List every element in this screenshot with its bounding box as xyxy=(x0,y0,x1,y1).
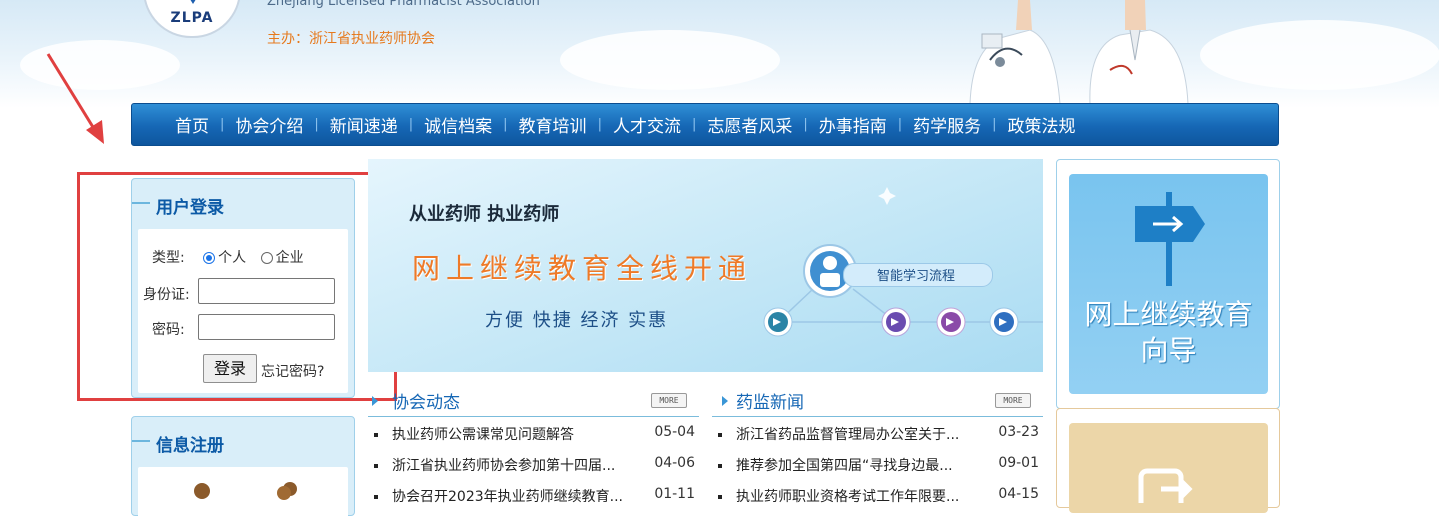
enter-icon xyxy=(1138,468,1193,503)
nav-guide[interactable]: 办事指南 xyxy=(808,112,898,137)
list-item[interactable]: 推荐参加全国第四届“寻找身边最... 09-01 xyxy=(712,455,1043,477)
regulator-news-title[interactable]: 药监新闻 xyxy=(736,388,804,413)
secondary-card[interactable] xyxy=(1056,408,1280,513)
register-title[interactable]: 信息注册 xyxy=(156,431,224,456)
regulator-news-header: 药监新闻 MORE xyxy=(712,385,1043,417)
logo-text: ZLPA xyxy=(170,10,214,26)
association-news-header: 协会动态 MORE xyxy=(368,385,699,417)
edu-guide-line2: 向导 xyxy=(1140,334,1197,367)
english-name: Zhejiang Licensed Pharmacist Association xyxy=(267,0,540,9)
annotation-arrow-icon xyxy=(46,53,104,144)
nav-volunteer[interactable]: 志愿者风采 xyxy=(696,112,803,137)
triangle-bullet-icon xyxy=(372,396,378,406)
edu-guide-tile[interactable]: 网上继续教育 向导 xyxy=(1069,174,1268,394)
nav-pharmacy-service[interactable]: 药学服务 xyxy=(902,112,992,137)
bullet-icon xyxy=(718,433,722,437)
nav-talent[interactable]: 人才交流 xyxy=(602,112,692,137)
list-item[interactable]: 执业药师公需课常见问题解答 05-04 xyxy=(368,424,699,446)
nav-education[interactable]: 教育培训 xyxy=(508,112,598,137)
list-item[interactable]: 执业药师职业资格考试工作年限要... 04-15 xyxy=(712,486,1043,508)
association-news-title[interactable]: 协会动态 xyxy=(392,388,460,413)
list-item[interactable]: 浙江省药品监督管理局办公室关于... 03-23 xyxy=(712,424,1043,446)
bullet-icon xyxy=(374,495,378,499)
nav-integrity[interactable]: 诚信档案 xyxy=(413,112,503,137)
secondary-tile[interactable] xyxy=(1069,423,1268,513)
doctors-illustration xyxy=(969,0,1189,104)
register-panel-header: 信息注册 xyxy=(132,417,354,465)
register-content xyxy=(138,467,348,527)
logo-mark-icon xyxy=(188,0,198,4)
edu-guide-card[interactable]: 网上继续教育 向导 xyxy=(1056,159,1280,409)
list-item[interactable]: 浙江省执业药师协会参加第十四届... 04-06 xyxy=(368,455,699,477)
learning-flow-label: 智能学习流程 xyxy=(877,269,956,284)
sponsor-text: 主办：浙江省执业药师协会 xyxy=(267,31,435,47)
bullet-icon xyxy=(718,495,722,499)
annotation-highlight-box xyxy=(77,172,397,401)
more-button[interactable]: MORE xyxy=(995,393,1031,408)
bullet-icon xyxy=(374,433,378,437)
nav-news[interactable]: 新闻速递 xyxy=(319,112,409,137)
more-button[interactable]: MORE xyxy=(651,393,687,408)
main-nav: 首页 | 协会介绍 | 新闻速递 | 诚信档案 | 教育培训 | 人才交流 | … xyxy=(131,103,1279,146)
nav-about[interactable]: 协会介绍 xyxy=(224,112,314,137)
nav-policy[interactable]: 政策法规 xyxy=(997,112,1087,137)
people-illustration xyxy=(194,482,297,500)
cloud-decoration xyxy=(1200,20,1439,90)
list-item[interactable]: 协会召开2023年执业药师继续教育... 01-11 xyxy=(368,486,699,508)
cloud-decoration xyxy=(560,30,780,90)
register-panel: 信息注册 xyxy=(131,416,355,527)
bullet-icon xyxy=(718,464,722,468)
signpost-icon xyxy=(1135,192,1205,286)
edu-guide-line1: 网上继续教育 xyxy=(1084,298,1253,331)
bullet-icon xyxy=(374,464,378,468)
header-bar-decoration xyxy=(132,440,150,442)
triangle-bullet-icon xyxy=(722,396,728,406)
nav-home[interactable]: 首页 xyxy=(164,112,220,137)
